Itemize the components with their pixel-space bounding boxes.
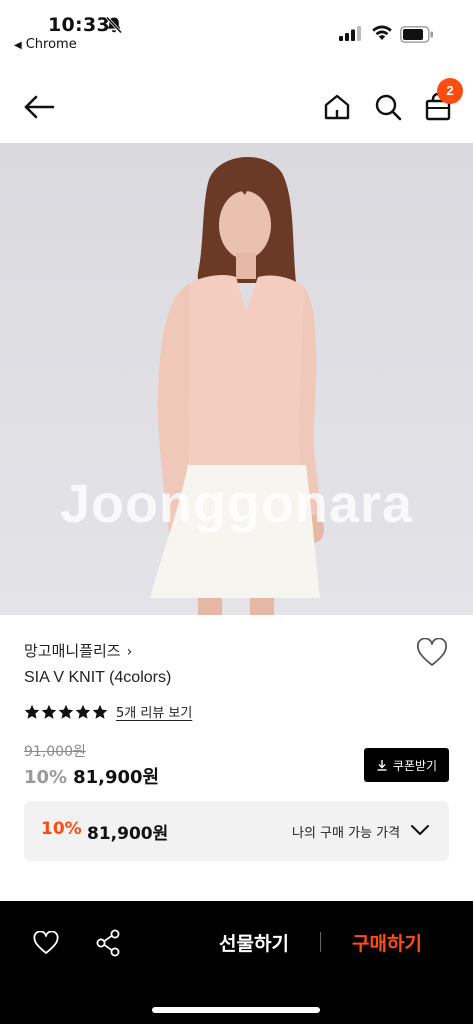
star-icon bbox=[24, 704, 40, 719]
my-price-label: 나의 구매 가능 가격 bbox=[292, 826, 401, 841]
my-price-value: 81,900원 bbox=[87, 824, 169, 844]
divider bbox=[320, 932, 321, 952]
original-price: 91,000원 bbox=[24, 744, 86, 760]
chevron-right-icon: › bbox=[126, 644, 133, 660]
wifi-icon bbox=[372, 25, 392, 40]
search-icon[interactable] bbox=[373, 92, 403, 122]
star-icon bbox=[41, 704, 57, 719]
product-name: SIA V KNIT (4colors) bbox=[24, 669, 172, 686]
model-photo bbox=[150, 156, 324, 615]
share-icon[interactable] bbox=[95, 929, 121, 957]
wishlist-heart-icon[interactable] bbox=[416, 638, 448, 668]
brand-link[interactable]: 망고매니플리즈 › bbox=[24, 640, 132, 661]
top-nav-bar: 2 bbox=[0, 70, 473, 142]
coupon-button-label: 쿠폰받기 bbox=[392, 758, 438, 773]
bell-off-icon bbox=[105, 16, 123, 34]
my-discount-rate: 10% bbox=[41, 819, 82, 839]
my-price-dropdown[interactable]: 10% 81,900원 나의 구매 가능 가격 bbox=[24, 801, 449, 861]
cart-count-badge: 2 bbox=[437, 78, 463, 104]
brand-name: 망고매니플리즈 bbox=[24, 642, 121, 660]
back-to-app-link[interactable]: ◀ Chrome bbox=[14, 37, 77, 52]
watermark-text: Joonggonara bbox=[59, 474, 413, 534]
back-triangle-icon: ◀ bbox=[14, 40, 22, 51]
battery-icon bbox=[400, 26, 433, 43]
coupon-download-button[interactable]: 쿠폰받기 bbox=[364, 748, 449, 782]
star-icon bbox=[58, 704, 74, 719]
status-time: 10:33 bbox=[48, 14, 110, 36]
discount-rate: 10% bbox=[24, 767, 68, 788]
product-image[interactable]: Joonggonara bbox=[0, 143, 473, 615]
gift-button[interactable]: 선물하기 bbox=[200, 929, 308, 956]
back-arrow-icon[interactable] bbox=[22, 92, 56, 122]
download-icon bbox=[377, 760, 387, 771]
buy-button[interactable]: 구매하기 bbox=[334, 929, 440, 956]
star-icon bbox=[92, 704, 108, 719]
home-icon[interactable] bbox=[322, 92, 352, 122]
sale-price: 81,900원 bbox=[73, 767, 160, 788]
signal-icon bbox=[339, 26, 361, 41]
star-rating bbox=[24, 704, 108, 720]
bottom-action-bar: 선물하기 구매하기 bbox=[0, 901, 473, 1024]
chevron-down-icon bbox=[411, 825, 429, 835]
review-link[interactable]: 5개 리뷰 보기 bbox=[116, 702, 192, 721]
status-bar: 10:33 ◀ Chrome bbox=[0, 0, 473, 64]
home-indicator bbox=[152, 1007, 320, 1013]
star-icon bbox=[75, 704, 91, 719]
price-row: 10% 81,900원 bbox=[24, 763, 159, 789]
heart-icon[interactable] bbox=[33, 931, 59, 955]
rating-row: 5개 리뷰 보기 bbox=[24, 702, 192, 721]
back-app-label: Chrome bbox=[25, 37, 77, 52]
